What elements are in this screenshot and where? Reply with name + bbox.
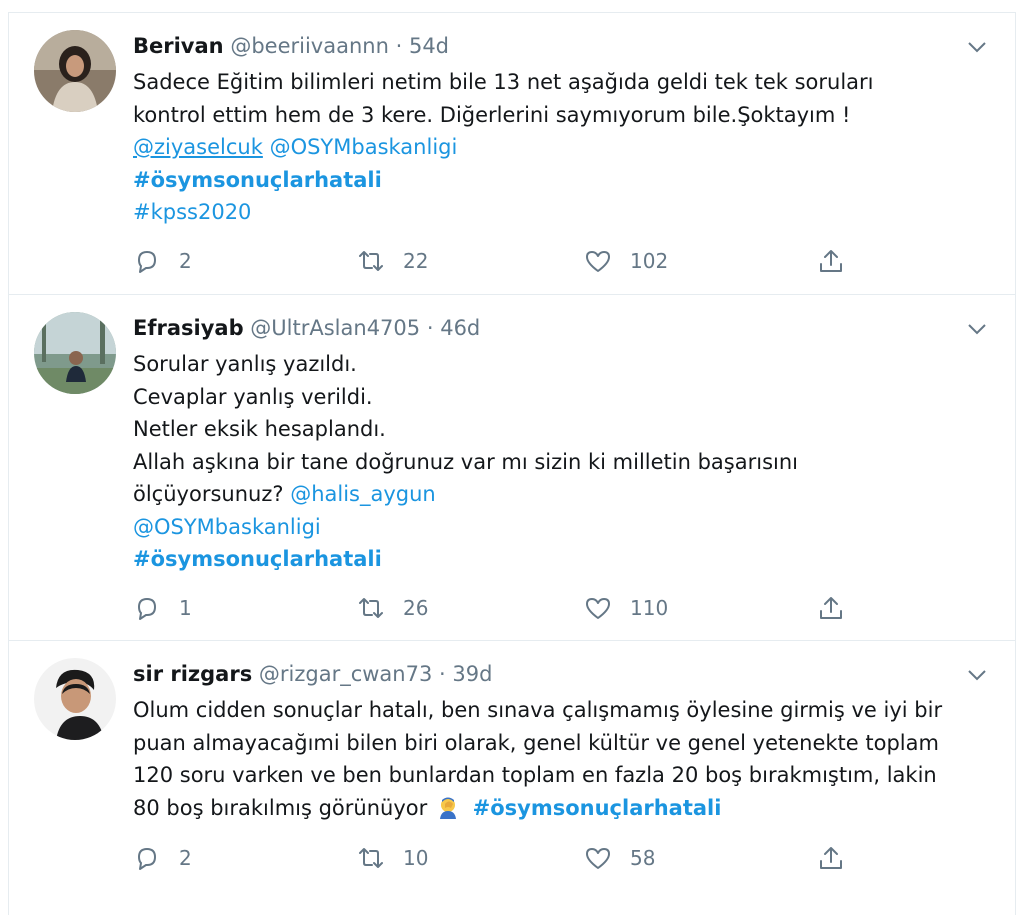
avatar-image bbox=[34, 30, 116, 112]
text-line: 80 boş bırakılmış görünüyor bbox=[133, 795, 428, 820]
user-handle[interactable]: @beeriivaannn bbox=[230, 34, 389, 58]
retweet-button[interactable]: 22 bbox=[357, 245, 428, 277]
chevron-down-icon[interactable] bbox=[965, 663, 989, 687]
separator-dot: · bbox=[426, 316, 434, 340]
retweet-icon bbox=[359, 848, 383, 868]
tweet-text: Sadece Eğitim bilimleri netim bile 13 ne… bbox=[133, 66, 874, 229]
share-icon bbox=[820, 847, 842, 869]
like-count: 110 bbox=[630, 596, 669, 620]
timeline-right-border bbox=[1015, 12, 1016, 915]
reply-button[interactable]: 2 bbox=[133, 245, 192, 277]
like-count: 58 bbox=[630, 846, 656, 870]
retweet-count: 22 bbox=[403, 249, 429, 273]
tweet-time[interactable]: 46d bbox=[440, 316, 480, 340]
share-button[interactable] bbox=[817, 842, 845, 874]
tweet-efrasiyab[interactable]: Efrasiyab @UltrAslan4705 · 46d Sorular y… bbox=[9, 295, 1015, 641]
reply-button[interactable]: 2 bbox=[133, 842, 192, 874]
tweet-time[interactable]: 54d bbox=[409, 34, 449, 58]
tweet-header: sir rizgars @rizgar_cwan73 · 39d bbox=[133, 662, 492, 686]
reply-icon bbox=[138, 251, 156, 273]
text-line: 120 soru varken ve ben bunlardan toplam … bbox=[133, 763, 937, 787]
tweet-actions: 2 22 102 bbox=[133, 245, 853, 277]
hashtag-link[interactable]: #ösymsonuçlarhatali bbox=[133, 547, 382, 571]
heart-icon bbox=[586, 598, 610, 619]
like-count: 102 bbox=[630, 249, 669, 273]
reply-icon bbox=[138, 848, 156, 870]
text-line: Olum cidden sonuçlar hatalı, ben sınava … bbox=[133, 698, 943, 722]
chevron-down-icon[interactable] bbox=[965, 35, 989, 59]
tweet-header: Efrasiyab @UltrAslan4705 · 46d bbox=[133, 316, 480, 340]
text-line: Sadece Eğitim bilimleri netim bile 13 ne… bbox=[133, 70, 874, 94]
user-handle[interactable]: @rizgar_cwan73 bbox=[259, 662, 432, 686]
tweet-actions: 1 26 110 bbox=[133, 592, 853, 624]
heart-icon bbox=[586, 251, 610, 272]
reply-icon bbox=[138, 598, 156, 620]
facepalm-emoji bbox=[436, 795, 460, 819]
reply-count: 1 bbox=[179, 596, 192, 620]
separator-dot: · bbox=[395, 34, 403, 58]
share-icon bbox=[820, 250, 842, 272]
user-name[interactable]: Berivan bbox=[133, 34, 224, 58]
mention-link[interactable]: @halis_aygun bbox=[290, 482, 436, 506]
retweet-count: 10 bbox=[403, 846, 429, 870]
reply-button[interactable]: 1 bbox=[133, 592, 192, 624]
tweet-actions: 2 10 58 bbox=[133, 842, 853, 874]
hashtag-link[interactable]: #kpss2020 bbox=[133, 200, 251, 224]
heart-icon bbox=[586, 848, 610, 869]
retweet-icon bbox=[359, 251, 383, 271]
share-button[interactable] bbox=[817, 245, 845, 277]
text-line: kontrol ettim hem de 3 kere. Diğerlerini… bbox=[133, 102, 851, 127]
user-name[interactable]: Efrasiyab bbox=[133, 316, 244, 340]
retweet-button[interactable]: 10 bbox=[357, 842, 428, 874]
avatar[interactable] bbox=[34, 312, 116, 394]
tweet-text: Olum cidden sonuçlar hatalı, ben sınava … bbox=[133, 694, 942, 824]
like-button[interactable]: 58 bbox=[584, 842, 655, 874]
like-button[interactable]: 102 bbox=[584, 245, 668, 277]
share-button[interactable] bbox=[817, 592, 845, 624]
tweet-time[interactable]: 39d bbox=[452, 662, 492, 686]
tweet-sir-rizgars[interactable]: sir rizgars @rizgar_cwan73 · 39d Olum ci… bbox=[9, 641, 1015, 915]
avatar[interactable] bbox=[34, 658, 116, 740]
hashtag-link[interactable]: #ösymsonuçlarhatali bbox=[473, 796, 722, 820]
reply-count: 2 bbox=[179, 249, 192, 273]
hashtag-link[interactable]: #ösymsonuçlarhatali bbox=[133, 168, 382, 192]
chevron-down-icon[interactable] bbox=[965, 317, 989, 341]
retweet-icon bbox=[359, 598, 383, 618]
text-line: Netler eksik hesaplandı. bbox=[133, 417, 386, 441]
like-button[interactable]: 110 bbox=[584, 592, 668, 624]
retweet-count: 26 bbox=[403, 596, 429, 620]
mention-link[interactable]: @OSYMbaskanligi bbox=[133, 515, 321, 539]
tweet-header: Berivan @beeriivaannn · 54d bbox=[133, 34, 449, 58]
avatar-image bbox=[34, 312, 116, 394]
avatar[interactable] bbox=[34, 30, 116, 112]
mention-link[interactable]: @ziyaselcuk bbox=[133, 135, 263, 159]
share-icon bbox=[820, 597, 842, 619]
user-name[interactable]: sir rizgars bbox=[133, 662, 252, 686]
avatar-image bbox=[34, 658, 116, 740]
retweet-button[interactable]: 26 bbox=[357, 592, 428, 624]
separator-dot: · bbox=[439, 662, 446, 686]
user-handle[interactable]: @UltrAslan4705 bbox=[250, 316, 420, 340]
text-line: ölçüyorsunuz? bbox=[133, 482, 284, 506]
text-line: Cevaplar yanlış verildi. bbox=[133, 384, 373, 409]
text-line: puan almayacağımi bilen biri olarak, gen… bbox=[133, 730, 939, 755]
mention-link[interactable]: @OSYMbaskanligi bbox=[270, 135, 458, 159]
reply-count: 2 bbox=[179, 846, 192, 870]
tweet-berivan[interactable]: Berivan @beeriivaannn · 54d Sadece Eğiti… bbox=[9, 13, 1015, 295]
text-line: Sorular yanlış yazıldı. bbox=[133, 352, 357, 376]
text-line: Allah aşkına bir tane doğrunuz var mı si… bbox=[133, 449, 798, 474]
tweet-text: Sorular yanlış yazıldı. Cevaplar yanlış … bbox=[133, 348, 798, 576]
